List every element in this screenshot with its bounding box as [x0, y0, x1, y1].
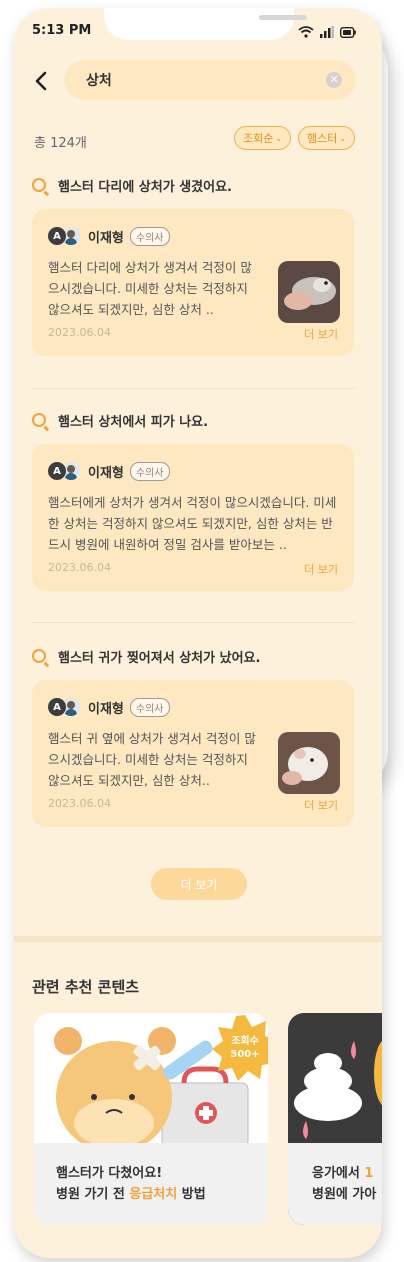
question-text: 햄스터 다리에 상처가 생겼어요. — [58, 179, 232, 195]
caption-line-2: 병원 가기 전 응급처치 방법 — [56, 1184, 268, 1205]
views-text: 조회수 500+ — [210, 1035, 268, 1061]
divider — [32, 622, 354, 623]
caption-pre: 병원 가기 전 — [56, 1187, 130, 1202]
section-separator — [14, 936, 382, 942]
notch-pill — [259, 15, 307, 20]
answer-text: 햄스터 귀 옆에 상처가 생겨서 걱정이 많으시겠습니다. 미세한 상처는 걱정… — [48, 731, 256, 788]
back-button[interactable] — [32, 70, 52, 92]
author-name: 이재형 — [88, 701, 124, 717]
views-badge: 조회수 500+ — [210, 1013, 268, 1083]
answer-card[interactable]: A 이재형 수의사 햄스터 다리에 상처가 생겨서 걱정이 많으시겠습니다. 미… — [32, 209, 354, 356]
signal-icon — [320, 23, 334, 42]
answer-text: 햄스터 다리에 상처가 생겨서 걱정이 많으시겠습니다. 미세한 상처는 걱정하… — [48, 260, 252, 317]
answer-date: 2023.06.04 — [48, 797, 111, 810]
answer-card[interactable]: A 이재형 수의사 햄스터에게 상처가 생겨서 걱정이 많으시겠습니다. 미세한… — [32, 444, 354, 591]
category-filter-button[interactable]: 햄스터 ⌄ — [298, 126, 356, 150]
question-icon — [32, 649, 46, 663]
poop-illustration — [294, 1040, 382, 1139]
chevron-down-icon: ⌄ — [339, 133, 347, 143]
author-row: A 이재형 수의사 — [48, 696, 338, 718]
more-link[interactable]: 더 보기 — [304, 326, 338, 342]
vet-badge: 수의사 — [129, 226, 170, 246]
caption-line-1: 응가에서 1 — [312, 1163, 382, 1184]
answer-meta: 2023.06.04 더 보기 — [48, 561, 338, 577]
sort-filter-button[interactable]: 조회순 ⌄ — [234, 126, 292, 150]
chevron-left-icon — [35, 71, 47, 91]
divider — [32, 388, 354, 389]
status-time: 5:13 PM — [32, 23, 92, 38]
views-value: 500+ — [230, 1049, 260, 1060]
wifi-icon — [298, 23, 314, 42]
answer-card[interactable]: A 이재형 수의사 햄스터 귀 옆에 상처가 생겨서 걱정이 많으시겠습니다. … — [32, 680, 354, 827]
author-row: A 이재형 수의사 — [48, 225, 338, 247]
author-name: 이재형 — [88, 230, 124, 246]
status-icons — [298, 23, 356, 42]
notch — [104, 8, 307, 40]
views-label: 조회수 — [231, 1036, 259, 1047]
close-icon[interactable]: ✕ — [326, 72, 342, 88]
answer-text: 햄스터에게 상처가 생겨서 걱정이 많으시겠습니다. 미세한 상처는 걱정하지 … — [48, 495, 337, 552]
caption-line-2: 병원에 가아 — [312, 1187, 377, 1202]
recommended-title: 관련 추천 콘텐츠 — [32, 978, 140, 996]
question-icon — [32, 178, 46, 192]
sort-filter-label: 조회순 — [243, 132, 274, 145]
battery-icon — [339, 23, 356, 42]
question-text: 햄스터 상처에서 피가 나요. — [58, 414, 209, 430]
question-title: 햄스터 귀가 찢어져서 상처가 났어요. — [32, 646, 364, 666]
vet-badge: 수의사 — [129, 461, 170, 481]
phone-screen: 5:13 PM 상처 ✕ 총 124개 조회순 ⌄ 햄스터 ⌄ 햄스터 다리에 상처… — [14, 8, 382, 1258]
avatar: A — [48, 698, 66, 716]
caption-pre: 응가에서 — [312, 1166, 365, 1181]
author-row: A 이재형 수의사 — [48, 460, 338, 482]
question-icon — [32, 413, 46, 427]
vet-badge: 수의사 — [129, 697, 170, 717]
answer-meta: 2023.06.04 더 보기 — [48, 326, 338, 342]
recommended-card[interactable]: 조회수 500+ 햄스터가 다쳤어요! 병원 가기 전 응급처치 방법 — [34, 1013, 268, 1225]
recommended-card[interactable]: 응가에서 1 병원에 가아 — [288, 1013, 382, 1225]
category-filter-label: 햄스터 — [307, 132, 338, 145]
result-item[interactable]: 햄스터 귀가 찢어져서 상처가 났어요. A 이재형 수의사 햄스터 귀 옆에 … — [32, 646, 364, 827]
question-title: 햄스터 다리에 상처가 생겼어요. — [32, 175, 364, 195]
answer-date: 2023.06.04 — [48, 561, 111, 574]
chevron-down-icon: ⌄ — [275, 133, 283, 143]
author-name: 이재형 — [88, 465, 124, 481]
caption-post: 방법 — [177, 1187, 206, 1202]
answer-date: 2023.06.04 — [48, 326, 111, 339]
search-input[interactable]: 상처 ✕ — [64, 60, 356, 100]
caption-highlight: 1 — [364, 1166, 374, 1181]
result-count: 총 124개 — [34, 136, 87, 151]
recommended-caption: 응가에서 1 병원에 가아 — [288, 1143, 382, 1225]
question-title: 햄스터 상처에서 피가 나요. — [32, 410, 364, 430]
more-link[interactable]: 더 보기 — [304, 561, 338, 577]
caption-highlight: 응급처치 — [129, 1187, 178, 1202]
answer-meta: 2023.06.04 더 보기 — [48, 797, 338, 813]
caption-line-1: 햄스터가 다쳤어요! — [56, 1166, 163, 1181]
search-value: 상처 — [86, 73, 112, 89]
more-link[interactable]: 더 보기 — [304, 797, 338, 813]
avatar: A — [48, 227, 66, 245]
result-item[interactable]: 햄스터 다리에 상처가 생겼어요. A 이재형 수의사 햄스터 다리에 상처가 … — [32, 175, 364, 356]
hamster-photo — [278, 261, 340, 323]
question-text: 햄스터 귀가 찢어져서 상처가 났어요. — [58, 650, 261, 666]
avatar: A — [48, 462, 66, 480]
hamster-photo — [278, 732, 340, 794]
load-more-button[interactable]: 더 보기 — [151, 868, 247, 900]
result-item[interactable]: 햄스터 상처에서 피가 나요. A 이재형 수의사 햄스터에게 상처가 생겨서 … — [32, 410, 364, 591]
recommended-caption: 햄스터가 다쳤어요! 병원 가기 전 응급처치 방법 — [34, 1143, 268, 1225]
